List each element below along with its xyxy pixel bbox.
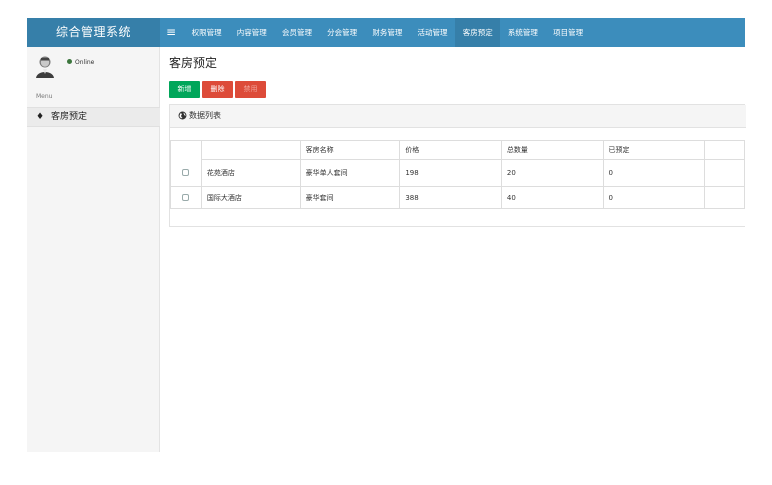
nav-branches[interactable]: 分会管理 bbox=[320, 18, 365, 47]
delete-button[interactable]: 删除 bbox=[202, 81, 233, 98]
table-cell-booked: 0 bbox=[602, 159, 706, 187]
row-checkbox[interactable] bbox=[182, 168, 190, 176]
nav-room-booking[interactable]: 客房预定 bbox=[455, 18, 501, 47]
nav-projects[interactable]: 项目管理 bbox=[546, 18, 591, 47]
user-panel: Online bbox=[27, 47, 160, 87]
sidebar-item-label: 客房预定 bbox=[51, 112, 88, 122]
disable-button[interactable]: 禁用 bbox=[235, 81, 266, 98]
table-row: 国际大酒店 豪华套间 388 40 0 bbox=[170, 186, 745, 209]
diamond-icon: ♦ bbox=[36, 112, 45, 122]
nav-members[interactable]: 会员管理 bbox=[274, 18, 319, 47]
table-cell-price: 388 bbox=[399, 186, 502, 209]
table-cell-room: 豪华套间 bbox=[299, 186, 401, 209]
panel-title: 数据列表 bbox=[189, 111, 221, 120]
table-cell-total: 40 bbox=[500, 186, 604, 209]
table-header-row: 客房名称 价格 总数量 已预定 bbox=[170, 139, 745, 187]
top-navbar: 综合管理系统 ≡ 权限管理 内容管理 会员管理 分会管理 财务管理 活动管理 客… bbox=[27, 18, 745, 47]
table-cell-extra bbox=[704, 159, 745, 187]
column-header bbox=[200, 139, 301, 161]
online-dot-icon bbox=[67, 59, 72, 64]
table-row: 花苑酒店 豪华单人套间 198 20 0 bbox=[171, 159, 745, 187]
column-header[interactable]: 价格 bbox=[399, 139, 502, 161]
nav-system[interactable]: 系统管理 bbox=[500, 18, 545, 47]
online-status-label: Online bbox=[75, 59, 95, 66]
table-cell-price: 198 bbox=[399, 159, 502, 187]
row-checkbox[interactable] bbox=[182, 194, 190, 201]
column-header[interactable]: 已预定 bbox=[602, 139, 706, 161]
online-status: Online bbox=[67, 59, 94, 67]
table-cell-extra bbox=[704, 186, 745, 209]
table-cell-name: 国际大酒店 bbox=[200, 186, 301, 209]
app-root: 综合管理系统 ≡ 权限管理 内容管理 会员管理 分会管理 财务管理 活动管理 客… bbox=[0, 0, 772, 485]
sidebar: Online Menu ♦ 客房预定 bbox=[27, 47, 160, 452]
globe-icon bbox=[178, 111, 187, 120]
menu-header: Menu bbox=[36, 93, 53, 100]
page-title: 客房预定 bbox=[169, 56, 218, 70]
nav-finance[interactable]: 财务管理 bbox=[365, 18, 410, 47]
column-header bbox=[704, 139, 745, 161]
table-cell-total: 20 bbox=[500, 159, 604, 187]
add-button[interactable]: 新增 bbox=[169, 81, 200, 98]
table-cell-booked: 0 bbox=[602, 186, 706, 209]
nav-permissions[interactable]: 权限管理 bbox=[184, 18, 229, 47]
avatar bbox=[36, 56, 54, 78]
table-cell-room: 豪华单人套间 bbox=[299, 159, 401, 187]
top-nav: 权限管理 内容管理 会员管理 分会管理 财务管理 活动管理 客房预定 系统管理 … bbox=[184, 18, 591, 47]
app-title[interactable]: 综合管理系统 bbox=[27, 18, 160, 47]
row-checkbox-cell bbox=[170, 186, 202, 209]
panel-heading: 数据列表 bbox=[170, 105, 746, 128]
sidebar-item-room-booking[interactable]: ♦ 客房预定 bbox=[27, 107, 160, 127]
nav-activities[interactable]: 活动管理 bbox=[410, 18, 455, 47]
header-checkbox-cell bbox=[170, 140, 202, 187]
menu-toggle-icon[interactable]: ≡ bbox=[164, 18, 178, 47]
nav-content[interactable]: 内容管理 bbox=[229, 18, 274, 47]
data-table: 客房名称 价格 总数量 已预定 花苑酒店 豪华单人套间 198 20 0 国际大… bbox=[170, 139, 745, 209]
column-header[interactable]: 客房名称 bbox=[299, 139, 401, 161]
disable-button-label: 禁用 bbox=[243, 85, 258, 93]
table-cell-name: 花苑酒店 bbox=[200, 159, 301, 187]
column-header[interactable]: 总数量 bbox=[500, 139, 604, 161]
data-panel: 数据列表 客房名称 价格 总数量 已预定 花苑酒店 豪华单人套间 198 20 … bbox=[169, 104, 746, 227]
